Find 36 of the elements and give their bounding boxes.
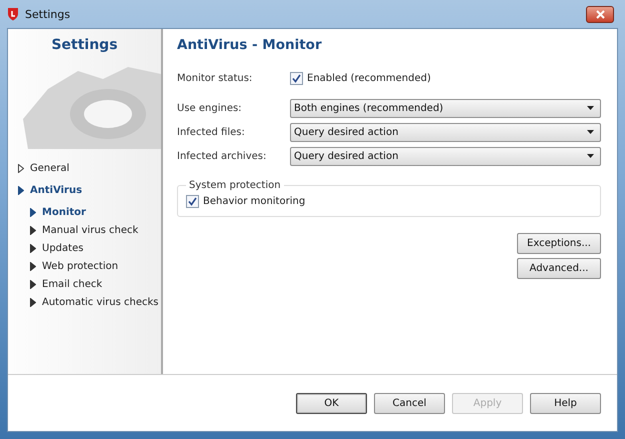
checkbox-label: Enabled (recommended) (307, 72, 431, 84)
nav-item[interactable]: Automatic virus checks (30, 295, 161, 310)
dropdown[interactable]: Query desired action (290, 122, 601, 142)
nav-item[interactable]: AntiVirus (18, 183, 161, 198)
caret-icon (587, 154, 594, 158)
expander-icon (18, 164, 24, 173)
dropdown[interactable]: Both engines (recommended) (290, 98, 601, 118)
close-button[interactable] (586, 6, 614, 22)
caret-icon (587, 130, 594, 134)
nav-item[interactable]: Monitor (30, 205, 161, 220)
field-label: Infected archives: (177, 150, 268, 162)
action-button[interactable]: Exceptions... (517, 233, 601, 254)
sidebar-title: Settings (50, 37, 119, 53)
checkbox-label: Behavior monitoring (203, 196, 306, 207)
dialog-button[interactable]: Help (530, 392, 601, 414)
close-icon (596, 10, 604, 18)
field-label: Use engines: (177, 102, 243, 114)
checkbox[interactable] (290, 72, 303, 84)
checkbox[interactable] (186, 195, 199, 208)
page-title: AntiVirus - Monitor (177, 37, 323, 53)
nav-item[interactable]: Manual virus check (30, 223, 161, 238)
field-label: Monitor status: (177, 72, 254, 84)
dialog-button[interactable]: OK (296, 392, 367, 414)
shield-icon (7, 7, 19, 21)
nav-item[interactable]: Web protection (30, 259, 161, 274)
field-label: Infected files: (177, 126, 246, 138)
caret-icon (587, 106, 594, 110)
expander-icon (18, 186, 24, 195)
dialog-button[interactable]: Cancel (374, 392, 445, 414)
dropdown[interactable]: Query desired action (290, 146, 601, 166)
window-title: Settings (25, 8, 70, 20)
nav-item[interactable]: General (18, 161, 161, 176)
group-title: System protection (188, 180, 282, 191)
nav-item[interactable]: Email check (30, 277, 161, 292)
nav-item[interactable]: Updates (30, 241, 161, 256)
action-button[interactable]: Advanced... (517, 258, 601, 279)
